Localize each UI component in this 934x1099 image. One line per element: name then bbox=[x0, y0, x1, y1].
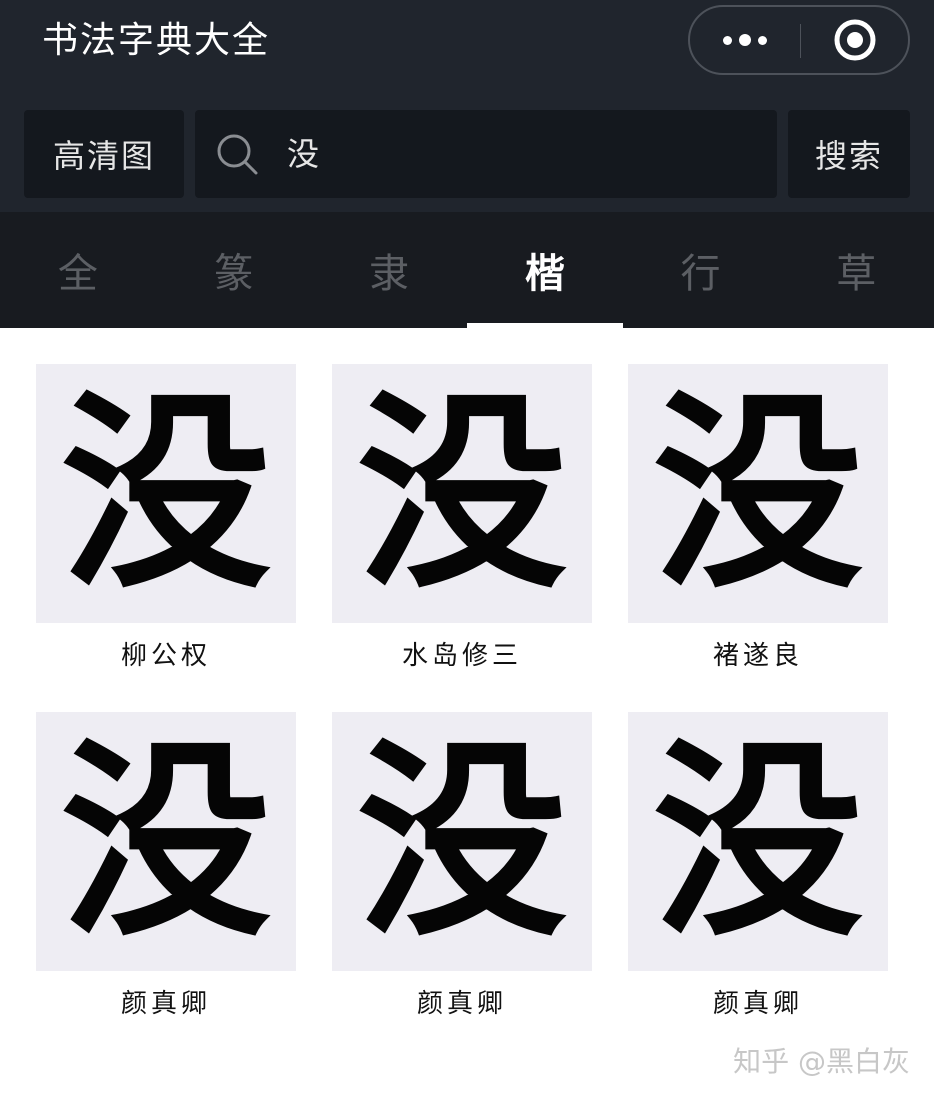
mini-program-capsule bbox=[688, 5, 910, 75]
calligraphy-image[interactable]: 没 bbox=[628, 364, 888, 623]
result-card[interactable]: 没颜真卿 bbox=[36, 712, 296, 1037]
more-dots-icon[interactable] bbox=[690, 7, 800, 73]
tab-2[interactable]: 隶 bbox=[311, 212, 467, 328]
calligraphy-glyph: 没 bbox=[652, 717, 863, 965]
calligraphy-glyph: 没 bbox=[60, 717, 271, 965]
tab-1[interactable]: 篆 bbox=[156, 212, 312, 328]
search-button[interactable]: 搜索 bbox=[788, 110, 910, 198]
target-close-icon[interactable] bbox=[801, 7, 909, 73]
search-row: 高清图 没 搜索 bbox=[0, 110, 934, 198]
tab-label: 隶 bbox=[369, 251, 410, 297]
tab-label: 全 bbox=[57, 251, 98, 297]
tab-label: 行 bbox=[680, 251, 721, 297]
search-input[interactable]: 没 bbox=[195, 110, 777, 198]
calligraphy-image[interactable]: 没 bbox=[628, 712, 888, 971]
calligrapher-name: 颜真卿 bbox=[120, 989, 211, 1019]
tab-3[interactable]: 楷 bbox=[467, 212, 623, 328]
result-card[interactable]: 没颜真卿 bbox=[628, 712, 888, 1037]
result-card[interactable]: 没褚遂良 bbox=[628, 364, 888, 689]
result-card[interactable]: 没颜真卿 bbox=[332, 712, 592, 1037]
active-tab-underline bbox=[467, 323, 623, 328]
calligrapher-name: 颜真卿 bbox=[712, 989, 803, 1019]
app-title: 书法字典大全 bbox=[42, 20, 271, 61]
calligraphy-glyph: 没 bbox=[652, 369, 863, 617]
search-icon bbox=[215, 132, 259, 176]
script-style-tabs: 全篆隶楷行草 bbox=[0, 212, 934, 328]
tab-label: 楷 bbox=[524, 250, 565, 297]
result-card[interactable]: 没柳公权 bbox=[36, 364, 296, 689]
calligrapher-name: 水岛修三 bbox=[401, 641, 522, 671]
calligraphy-image[interactable]: 没 bbox=[332, 364, 592, 623]
search-input-value: 没 bbox=[287, 135, 320, 173]
calligraphy-image[interactable]: 没 bbox=[36, 364, 296, 623]
tab-5[interactable]: 草 bbox=[778, 212, 934, 328]
tab-label: 篆 bbox=[213, 251, 254, 297]
tab-label: 草 bbox=[836, 251, 877, 297]
watermark: 知乎 @黑白灰 bbox=[733, 1045, 910, 1078]
calligrapher-name: 柳公权 bbox=[120, 641, 211, 671]
calligrapher-name: 褚遂良 bbox=[712, 641, 803, 671]
calligraphy-glyph: 没 bbox=[356, 369, 567, 617]
calligraphy-image[interactable]: 没 bbox=[36, 712, 296, 971]
tab-0[interactable]: 全 bbox=[0, 212, 156, 328]
calligraphy-image[interactable]: 没 bbox=[332, 712, 592, 971]
result-card[interactable]: 没水岛修三 bbox=[332, 364, 592, 689]
hd-image-button[interactable]: 高清图 bbox=[24, 110, 184, 198]
tab-4[interactable]: 行 bbox=[623, 212, 779, 328]
calligraphy-glyph: 没 bbox=[356, 717, 567, 965]
top-bar: 书法字典大全 高清图 没 搜索 bbox=[0, 0, 934, 212]
calligraphy-glyph: 没 bbox=[60, 369, 271, 617]
calligrapher-name: 颜真卿 bbox=[416, 989, 507, 1019]
